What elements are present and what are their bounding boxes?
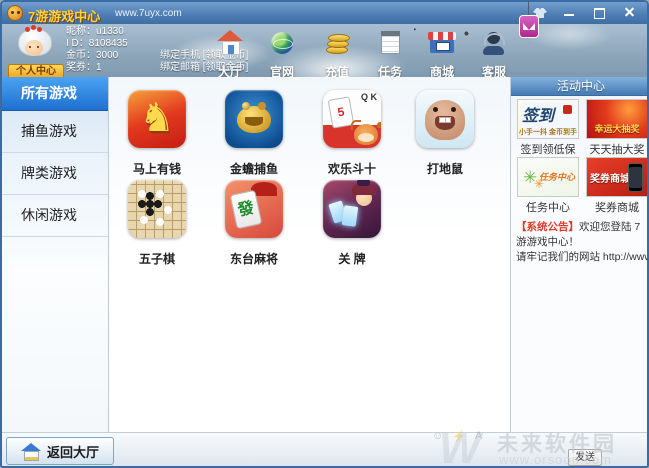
close-button[interactable] bbox=[619, 5, 641, 20]
banner-label-ticket-mall[interactable]: 奖券商城 bbox=[586, 199, 647, 215]
font-icon: A bbox=[474, 430, 483, 442]
user-coins-row: 金币：3000 bbox=[66, 50, 128, 62]
mahjong-fa-tile: 發 bbox=[229, 189, 263, 230]
announcement-line2: 请牢记我们的网站 http://www.7uyx.com bbox=[516, 251, 647, 263]
task-center-text: 任务中心 bbox=[538, 172, 575, 182]
user-avatar[interactable] bbox=[16, 25, 52, 62]
toolbar-mall[interactable]: 商城 bbox=[415, 30, 469, 80]
game-name: 打地鼠 bbox=[426, 162, 463, 176]
announcement-tag: 【系统公告】 bbox=[516, 221, 579, 233]
header: 个人中心 昵称：u1330 I D：8108435 金币：3000 奖券：1 绑… bbox=[2, 24, 647, 80]
footer-bar: 返回大厅 bbox=[2, 432, 647, 466]
coins-icon bbox=[323, 30, 351, 56]
back-to-lobby-label: 返回大厅 bbox=[46, 444, 99, 460]
sidebar-item-all-games[interactable]: 所有游戏 bbox=[2, 77, 108, 111]
gomoku-board-game-icon bbox=[128, 180, 186, 238]
lady-cards-game-icon bbox=[323, 180, 381, 238]
send-button[interactable]: 发送 bbox=[568, 449, 602, 466]
golden-horse-game-icon: ♞ bbox=[128, 90, 186, 148]
house-icon bbox=[20, 442, 41, 461]
mahjong-tile-game-icon: 發 bbox=[225, 180, 283, 238]
window-title: 7游游戏中心 bbox=[28, 9, 101, 24]
banner-ticket-mall[interactable]: 奖券商城 bbox=[586, 157, 647, 197]
user-tickets-row: 奖券：1 bbox=[66, 62, 128, 74]
banner-label-task-center[interactable]: 任务中心 bbox=[517, 199, 579, 215]
card-corner-letters: Q K bbox=[360, 92, 377, 102]
game-mashangyouqian[interactable]: ♞ 马上有钱 bbox=[117, 90, 197, 177]
game-grid: ♞ 马上有钱 金蟾捕鱼 Q K 5 欢乐斗十 打地鼠 五子棋 發 东台麻将 关 … bbox=[109, 77, 510, 432]
banner-label-lucky-draw[interactable]: 天天抽大奖 bbox=[586, 141, 647, 157]
emoticon-icon: ☺ bbox=[432, 430, 444, 442]
globe-icon bbox=[268, 30, 296, 56]
banner-label-signin[interactable]: 签到领低保 bbox=[517, 141, 579, 157]
lucky-draw-text: 幸运大抽奖 bbox=[594, 124, 640, 134]
id-label: I D： bbox=[66, 38, 89, 49]
maximize-button[interactable] bbox=[589, 5, 611, 20]
nickname-value: u1330 bbox=[96, 26, 124, 37]
avatar-face-icon bbox=[25, 40, 43, 56]
game-jinchanbuyu[interactable]: 金蟾捕鱼 bbox=[214, 90, 294, 177]
user-id-row: I D：8108435 bbox=[66, 38, 128, 50]
game-center-window: 7游游戏中心 www.7uyx.com 个人中心 昵称：u1330 I D：81… bbox=[0, 0, 649, 468]
customer-service-icon bbox=[480, 30, 508, 56]
toolbar-recharge[interactable]: 充值 bbox=[310, 30, 364, 80]
activity-panel: 活动中心 签到 小手一抖 金币到手 奖 幸运大抽奖 ✳ ✳ 任务中心 奖券商城 … bbox=[510, 77, 647, 432]
tickets-label: 奖券： bbox=[66, 62, 96, 73]
game-name: 关 牌 bbox=[338, 252, 366, 266]
toolbar-support[interactable]: 客服 bbox=[467, 30, 521, 80]
lobby-house-icon bbox=[216, 30, 244, 56]
cards-bull-game-icon: Q K 5 bbox=[323, 90, 381, 148]
game-wuziqi[interactable]: 五子棋 bbox=[117, 180, 197, 267]
coins-label: 金币： bbox=[66, 50, 96, 61]
toolbar-official-site[interactable]: 官网 bbox=[255, 30, 309, 80]
bull-icon bbox=[351, 120, 378, 145]
game-name: 马上有钱 bbox=[132, 162, 181, 176]
sidebar: 所有游戏 捕鱼游戏 牌类游戏 休闲游戏 bbox=[2, 77, 109, 432]
hanging-gift-icon[interactable] bbox=[518, 2, 540, 42]
game-huanledoushi[interactable]: Q K 5 欢乐斗十 bbox=[312, 90, 392, 177]
toolbar-tasks[interactable]: 任务 bbox=[363, 30, 417, 80]
golden-toad-game-icon bbox=[225, 90, 283, 148]
sidebar-item-card-games[interactable]: 牌类游戏 bbox=[2, 153, 108, 195]
game-dongtai-mahjong[interactable]: 發 东台麻将 bbox=[214, 180, 294, 267]
game-name: 五子棋 bbox=[138, 252, 175, 266]
titlebar-url: www.7uyx.com bbox=[115, 8, 182, 19]
game-guanpai[interactable]: 关 牌 bbox=[312, 180, 392, 267]
game-name: 欢乐斗十 bbox=[327, 162, 376, 176]
sidebar-item-casual-games[interactable]: 休闲游戏 bbox=[2, 195, 108, 237]
signin-slogan: 小手一抖 金币到手 bbox=[519, 129, 577, 136]
app-logo-icon bbox=[7, 5, 23, 21]
user-info: 昵称：u1330 I D：8108435 金币：3000 奖券：1 bbox=[66, 26, 128, 74]
banner-lucky-draw[interactable]: 奖 幸运大抽奖 bbox=[586, 99, 647, 139]
user-nickname-row: 昵称：u1330 bbox=[66, 26, 128, 38]
faint-chat-icons: ☺ ⚡ A bbox=[432, 430, 502, 443]
toolbar-lobby[interactable]: 大厅 bbox=[203, 30, 257, 80]
storefront-icon bbox=[428, 30, 456, 56]
game-name: 金蟾捕鱼 bbox=[229, 162, 278, 176]
coins-value: 3000 bbox=[96, 50, 119, 61]
nickname-label: 昵称： bbox=[66, 26, 96, 37]
mole-game-icon bbox=[416, 90, 474, 148]
back-to-lobby-button[interactable]: 返回大厅 bbox=[6, 437, 114, 465]
tickets-value: 1 bbox=[96, 62, 102, 73]
system-announcement: 【系统公告】欢迎您登陆 7游游戏中心！ 请牢记我们的网站 http://www.… bbox=[516, 220, 647, 265]
game-dadishu[interactable]: 打地鼠 bbox=[405, 90, 485, 177]
game-name: 东台麻将 bbox=[229, 252, 278, 266]
ticket-mall-text: 奖券商城 bbox=[590, 174, 630, 185]
minimize-button[interactable] bbox=[559, 5, 581, 20]
banner-task-center[interactable]: ✳ ✳ 任务中心 bbox=[517, 157, 579, 197]
banner-signin[interactable]: 签到 小手一抖 金币到手 bbox=[517, 99, 579, 139]
notepad-icon bbox=[376, 30, 404, 56]
lightning-icon: ⚡ bbox=[452, 431, 466, 443]
activity-panel-title: 活动中心 bbox=[511, 77, 647, 96]
sidebar-item-fishing-games[interactable]: 捕鱼游戏 bbox=[2, 111, 108, 153]
titlebar: 7游游戏中心 www.7uyx.com bbox=[2, 2, 647, 24]
id-value: 8108435 bbox=[88, 38, 128, 49]
window-controls bbox=[529, 5, 641, 20]
